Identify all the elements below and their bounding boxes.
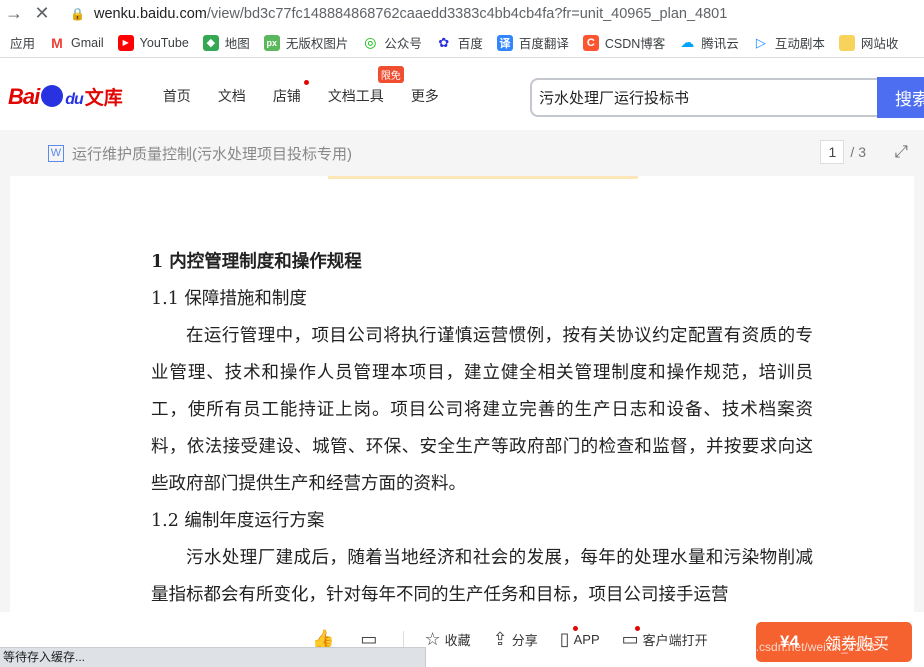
bookmark-tencent-cloud[interactable]: ☁ 腾讯云 [679,33,739,52]
csdn-icon: C [582,34,599,51]
lock-icon: 🔒 [70,6,85,21]
top-banner-stripe [328,176,638,179]
nav-doc-tools[interactable]: 文档工具 限免 [328,66,404,106]
stop-loading-icon[interactable]: ✕ [28,2,56,26]
total-pages: / 3 [850,144,866,160]
wechat-icon: ◎ [364,34,377,50]
notification-dot [303,80,309,85]
current-page-input[interactable]: 1 [820,140,845,164]
paragraph: 污水处理厂建成后，随着当地经济和社会的发展，每年的处理水量和污染物削减量指标都会… [151,548,813,605]
document-viewer[interactable]: 1 内控管理制度和操作规程 1.1 保障措施和制度 在运行管理中，项目公司将执行… [0,176,924,612]
nav-docs[interactable]: 文档 [218,86,246,106]
fullscreen-icon[interactable]: ⤢ [894,142,908,162]
monitor-icon: ▭ [621,629,639,649]
notification-dot [634,626,640,631]
gmail-icon: M [51,34,63,51]
share-icon: ⇪ [492,629,508,649]
url-path: /view/bd3c77fc148884868762caaedd3383c4bb… [206,5,728,22]
px-icon: px [263,34,280,51]
site-header: Bai du 文库 首页 文档 店铺 文档工具 限免 更多 污水处理厂运行投标书 搜索 [0,62,924,130]
section-heading: 1 内控管理制度和操作规程 [151,252,362,272]
subsection-heading: 1.2 编制年度运行方案 [151,511,325,531]
maps-icon: ◆ [202,34,219,51]
document-title-bar: W 运行维护质量控制(污水处理项目投标专用) 1 / 3 ⤢ [0,130,924,176]
cloud-icon: ☁ [680,34,695,50]
nav-home[interactable]: 首页 [163,86,191,106]
youtube-icon: ▶ [117,34,134,51]
document-title: 运行维护质量控制(污水处理项目投标专用) [72,145,352,163]
nav-shop[interactable]: 店铺 [273,80,309,106]
browser-toolbar: → ✕ 🔒 wenku.baidu.com/view/bd3c77fc14888… [0,0,924,27]
bookmark-official-account[interactable]: ◎ 公众号 [362,33,422,52]
subsection-heading: 1.1 保障措施和制度 [151,289,307,309]
word-file-icon: W [48,144,64,162]
bookmark-baidu-translate[interactable]: 译百度翻译 [496,33,569,52]
bookmark-csdn[interactable]: C CSDN博客 [582,33,665,52]
address-bar[interactable]: 🔒 wenku.baidu.com/view/bd3c77fc148884868… [56,2,924,26]
url-host: wenku.baidu.com [94,5,207,22]
bookmark-folder[interactable]: 网站收 [838,33,898,52]
baidu-paw-icon: ✿ [438,34,450,50]
bookmark-free-images[interactable]: px 无版权图片 [263,33,348,52]
blog-watermark: https://blog.csdn.net/weixin_4103 [697,640,875,654]
status-bar: 等待存入缓存... [0,647,426,667]
document-page: 1 内控管理制度和操作规程 1.1 保障措施和制度 在运行管理中，项目公司将执行… [10,176,914,612]
bookmark-youtube[interactable]: ▶ YouTube [117,34,189,51]
main-nav: 首页 文档 店铺 文档工具 限免 更多 [163,66,466,106]
divider [403,630,405,649]
bookmark-interactive-script[interactable]: ▷ 互动剧本 [753,33,825,52]
page-indicator: 1 / 3 [820,140,866,164]
free-badge: 限免 [377,66,404,83]
bookmark-gmail[interactable]: M Gmail [49,35,104,51]
play-icon: ▷ [755,34,766,50]
app-button[interactable]: ▯ APP [559,626,600,650]
notification-dot [572,626,578,631]
baidu-wenku-logo[interactable]: Bai du 文库 [8,82,123,110]
paragraph: 在运行管理中，项目公司将执行谨慎运营惯例，按有关协议约定配置有资质的专业管理、技… [151,326,813,494]
nav-more[interactable]: 更多 [411,86,439,106]
share-button[interactable]: ⇪ 分享 [493,629,538,650]
open-in-client-button[interactable]: ▭ 客户端打开 [621,626,708,650]
star-icon: ☆ [424,629,441,649]
collect-button[interactable]: ☆ 收藏 [424,629,470,650]
translate-icon: 译 [496,34,513,51]
folder-icon [838,34,855,51]
bookmark-baidu[interactable]: ✿ 百度 [436,33,482,52]
search-input[interactable]: 污水处理厂运行投标书 [530,78,880,117]
phone-icon: ▯ [559,629,570,649]
bookmark-apps[interactable]: 应用 [10,33,35,52]
bookmarks-bar: 应用 M Gmail ▶ YouTube ◆ 地图 px 无版权图片 ◎ 公众号 ✿ 百度 … [0,28,924,58]
document-body: 1 内控管理制度和操作规程 1.1 保障措施和制度 在运行管理中，项目公司将执行… [151,244,813,614]
search-button[interactable]: 搜索 [877,77,924,118]
forward-arrow-icon[interactable]: → [0,2,28,26]
paw-icon [41,85,64,107]
bookmark-maps[interactable]: ◆ 地图 [202,33,250,52]
